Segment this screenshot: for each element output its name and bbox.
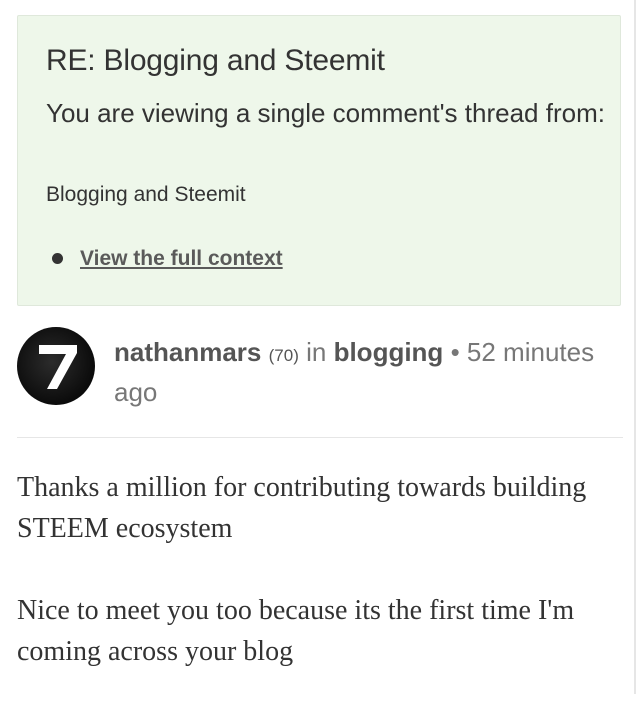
- author-reputation: (70): [268, 346, 299, 365]
- thread-title: RE: Blogging and Steemit: [46, 44, 385, 77]
- page-right-border: [634, 0, 636, 694]
- thread-context-box: RE: Blogging and Steemit You are viewing…: [17, 15, 621, 306]
- meta-separator: •: [450, 337, 460, 367]
- view-full-context-link[interactable]: View the full context: [80, 247, 283, 271]
- in-label: in: [306, 337, 327, 367]
- avatar-7-icon: [39, 345, 77, 389]
- comment-paragraph: Nice to meet you too because its the fir…: [17, 595, 575, 667]
- parent-post-link[interactable]: Blogging and Steemit: [46, 183, 246, 207]
- thread-context-description: You are viewing a single comment's threa…: [46, 98, 605, 128]
- comment-paragraph: Thanks a million for contributing toward…: [17, 472, 587, 544]
- comment-meta: nathanmars (70) in blogging • 52 minutes…: [114, 334, 614, 410]
- author-link[interactable]: nathanmars: [114, 337, 261, 367]
- community-link[interactable]: blogging: [334, 337, 444, 367]
- bullet-icon: [52, 253, 63, 264]
- comment-divider: [17, 437, 623, 438]
- author-avatar[interactable]: [17, 327, 95, 405]
- comment-body: Thanks a million for contributing toward…: [17, 467, 617, 713]
